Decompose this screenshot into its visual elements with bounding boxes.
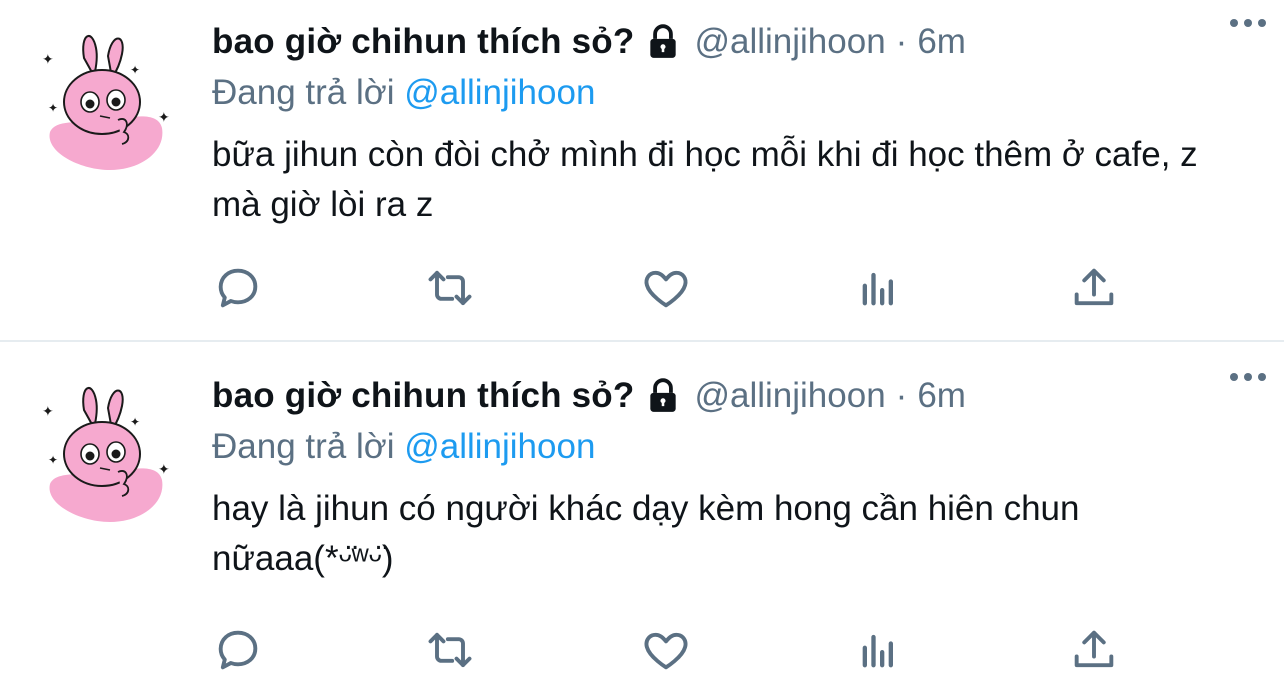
separator-dot: ·: [895, 376, 908, 415]
more-icon[interactable]: [1226, 8, 1270, 38]
reply-icon[interactable]: [212, 262, 268, 318]
more-icon[interactable]: [1226, 362, 1270, 392]
retweet-icon[interactable]: [424, 262, 480, 318]
retweet-icon[interactable]: [424, 624, 480, 680]
lock-icon: [644, 377, 682, 415]
user-handle[interactable]: @allinjihoon: [694, 22, 885, 62]
timestamp[interactable]: 6m: [917, 22, 966, 62]
reply-mention-link[interactable]: @allinjihoon: [404, 427, 595, 466]
reply-mention-link[interactable]: @allinjihoon: [404, 73, 595, 112]
share-icon[interactable]: [1068, 262, 1124, 318]
heart-icon[interactable]: [640, 262, 696, 318]
svg-text:✦: ✦: [42, 51, 54, 67]
stats-icon[interactable]: [854, 262, 910, 318]
avatar[interactable]: ✦ ✦ ✦ ✦: [40, 28, 170, 171]
tweet-actions: [212, 262, 1132, 322]
tweet[interactable]: ✦ ✦ ✦ ✦ bao giờ chihun thích sỏ? @allinj…: [0, 0, 1284, 340]
svg-text:✦: ✦: [130, 63, 140, 77]
display-name[interactable]: bao giờ chihun thích sỏ?: [212, 22, 634, 62]
svg-text:✦: ✦: [130, 415, 140, 429]
replying-to: Đang trả lời @allinjihoon: [212, 68, 1254, 118]
tweet-text: bữa jihun còn đòi chở mình đi học mỗi kh…: [212, 135, 1198, 224]
timestamp[interactable]: 6m: [917, 376, 966, 416]
replying-label: Đang trả lời: [212, 427, 395, 466]
svg-text:✦: ✦: [158, 461, 170, 477]
svg-text:✦: ✦: [48, 453, 58, 467]
replying-label: Đang trả lời: [212, 73, 395, 112]
share-icon[interactable]: [1068, 624, 1124, 680]
tweet-actions: [212, 624, 1132, 684]
lock-icon: [644, 23, 682, 61]
heart-icon[interactable]: [640, 624, 696, 680]
separator-dot: ·: [895, 22, 908, 61]
user-handle[interactable]: @allinjihoon: [694, 376, 885, 416]
svg-text:✦: ✦: [158, 109, 170, 125]
stats-icon[interactable]: [854, 624, 910, 680]
reply-icon[interactable]: [212, 624, 268, 680]
replying-to: Đang trả lời @allinjihoon: [212, 422, 1254, 472]
svg-text:✦: ✦: [42, 403, 54, 419]
display-name[interactable]: bao giờ chihun thích sỏ?: [212, 376, 634, 416]
tweet-text: hay là jihun có người khác dạy kèm hong …: [212, 489, 1080, 578]
avatar[interactable]: ✦ ✦ ✦ ✦: [40, 380, 170, 523]
svg-text:✦: ✦: [48, 101, 58, 115]
tweet[interactable]: ✦ ✦ ✦ ✦ bao giờ chihun thích sỏ? @allinj…: [0, 342, 1284, 682]
